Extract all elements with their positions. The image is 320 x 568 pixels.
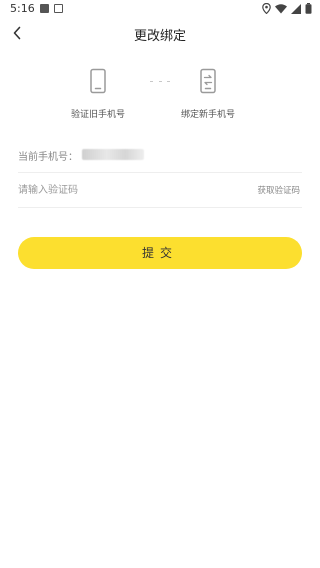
verification-code-row: 获取验证码: [18, 172, 302, 208]
page-title: 更改绑定: [133, 29, 186, 44]
battery-icon: [305, 3, 312, 14]
location-icon: [262, 3, 271, 14]
step-indicator: 验证旧手机号 绑定新手机号: [0, 68, 320, 124]
step-label: 验证旧手机号: [70, 110, 125, 120]
status-bar: 5:16: [0, 0, 320, 18]
notification-square-icon: [40, 4, 49, 13]
status-icons: [262, 3, 312, 14]
nav-bar: 更改绑定: [0, 18, 320, 48]
notification-photo-icon: [54, 4, 63, 13]
submit-button[interactable]: 提交: [18, 237, 302, 269]
step-label: 绑定新手机号: [180, 110, 235, 120]
status-time: 5:16: [10, 2, 35, 15]
signal-icon: [291, 3, 301, 14]
phone-icon: [90, 68, 106, 94]
current-phone-value-redacted: [82, 149, 144, 160]
current-phone-label: 当前手机号：: [18, 152, 78, 163]
get-code-button[interactable]: 获取验证码: [257, 184, 300, 196]
step-bind-new: 绑定新手机号: [163, 68, 253, 120]
verification-code-input[interactable]: [18, 180, 218, 200]
step-verify-old: 验证旧手机号: [53, 68, 143, 120]
phone-switch-icon: [200, 68, 216, 94]
wifi-icon: [275, 3, 287, 13]
current-phone-row: 当前手机号：: [18, 137, 302, 173]
